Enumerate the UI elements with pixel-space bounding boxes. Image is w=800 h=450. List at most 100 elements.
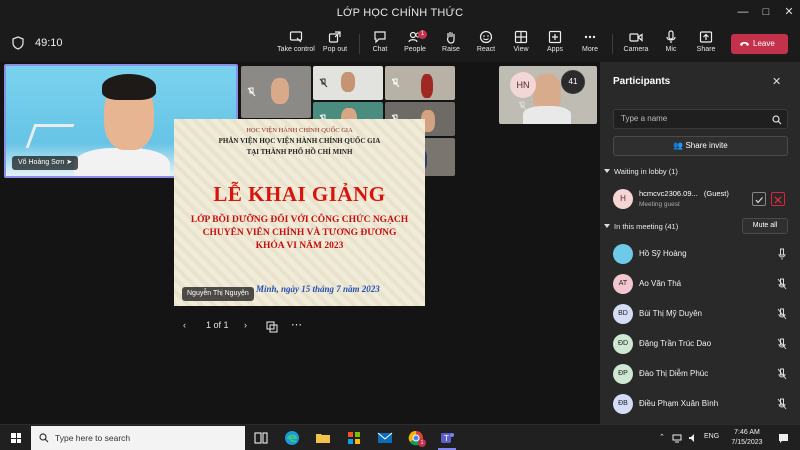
mail-icon[interactable] — [376, 429, 394, 447]
slide-course-line-3: KHÓA VI NĂM 2023 — [255, 241, 344, 251]
leave-button[interactable]: Leave — [731, 34, 788, 54]
mic-icon[interactable] — [777, 248, 787, 260]
shield-icon — [12, 36, 24, 50]
apps-icon — [548, 30, 562, 44]
mic-button[interactable]: Mic — [651, 29, 691, 61]
apps-label: Apps — [547, 46, 563, 53]
participant-avatar[interactable]: HN — [510, 72, 536, 98]
close-window-icon[interactable]: ✕ — [780, 4, 798, 20]
chevron-down-icon — [604, 169, 610, 173]
speaker-hair — [102, 74, 156, 100]
file-explorer-icon[interactable] — [314, 429, 332, 447]
slide-sync-icon[interactable] — [266, 321, 278, 333]
volume-icon[interactable] — [688, 433, 698, 443]
participant-row[interactable]: ĐB Điều Phạm Xuân Bình — [613, 393, 791, 415]
mic-off-icon[interactable] — [777, 368, 787, 380]
minimize-icon[interactable]: — — [734, 4, 752, 20]
participant-name: Ao Văn Thá — [639, 279, 682, 288]
share-invite-button[interactable]: 👥 Share invite — [613, 136, 788, 156]
panel-title: Participants — [613, 76, 671, 87]
in-meeting-section-header[interactable]: In this meeting (41) — [604, 222, 678, 231]
mic-label: Mic — [665, 46, 677, 53]
notifications-icon[interactable] — [778, 433, 789, 444]
windows-start-icon[interactable] — [11, 433, 21, 443]
close-panel-icon[interactable]: ✕ — [772, 75, 781, 88]
share-invite-icon: 👥 — [673, 141, 684, 150]
pop-out-label: Pop out — [322, 46, 348, 53]
more-label: More — [582, 46, 598, 53]
show-hidden-icons[interactable]: ⌃ — [659, 433, 665, 441]
mic-off-icon[interactable] — [777, 338, 787, 350]
mute-all-button[interactable]: Mute all — [742, 218, 788, 234]
participant-row[interactable]: ĐP Đào Thị Diễm Phúc — [613, 363, 791, 385]
participant-row[interactable]: BD Bùi Thị Mỹ Duyên — [613, 303, 791, 325]
slide-heading: LỄ KHAI GIẢNG — [213, 182, 386, 206]
toolbar-divider — [612, 34, 613, 54]
slide-org-line: HỌC VIỆN HÀNH CHÍNH QUỐC GIA — [246, 127, 353, 134]
react-label: React — [476, 46, 496, 53]
mic-off-icon — [391, 78, 400, 88]
deny-button[interactable] — [771, 192, 785, 206]
react-button[interactable]: React — [466, 29, 506, 61]
participant-row[interactable]: Hồ Sỹ Hoàng — [613, 243, 791, 265]
mic-off-icon[interactable] — [777, 398, 787, 410]
next-slide-button[interactable]: › — [244, 320, 247, 334]
share-label: Share — [696, 46, 716, 53]
share-button[interactable]: Share — [686, 29, 726, 61]
participant-row[interactable]: ĐD Đặng Trần Trúc Dao — [613, 333, 791, 355]
mic-off-icon[interactable] — [777, 278, 787, 290]
lobby-section-header[interactable]: Waiting in lobby (1) — [604, 167, 678, 176]
participant-avatar: ĐB — [613, 394, 633, 414]
participant-video-tile[interactable] — [241, 66, 311, 118]
take-control-button[interactable]: Take control — [276, 29, 316, 61]
input-language[interactable]: ENG — [704, 433, 719, 440]
camera-icon — [629, 33, 643, 42]
view-icon — [514, 30, 528, 44]
camera-button[interactable]: Camera — [616, 29, 656, 61]
hang-up-icon — [740, 42, 749, 46]
pop-out-button[interactable]: Pop out — [315, 29, 355, 61]
taskbar-search-box[interactable]: Type here to search — [31, 426, 245, 450]
more-icon — [584, 35, 596, 39]
mic-off-icon — [518, 101, 527, 111]
chat-icon — [374, 31, 386, 44]
store-icon[interactable] — [345, 429, 363, 447]
overflow-participant-count[interactable]: 41 — [561, 70, 585, 94]
taskbar-clock[interactable]: 7:46 AM 7/15/2023 — [727, 428, 767, 448]
meeting-timer: 49:10 — [35, 37, 63, 49]
camera-label: Camera — [623, 46, 649, 53]
admit-button[interactable] — [752, 192, 766, 206]
previous-slide-button[interactable]: ‹ — [183, 320, 186, 334]
lobby-guest-name: hcmcvc2306.09... (Guest) — [639, 189, 729, 198]
participant-row[interactable]: AT Ao Văn Thá — [613, 273, 791, 295]
teams-icon[interactable]: T — [438, 429, 456, 447]
search-icon — [772, 115, 782, 125]
network-icon[interactable] — [672, 433, 682, 443]
participant-avatar: BD — [613, 304, 633, 324]
raise-hand-button[interactable]: Raise — [431, 29, 471, 61]
mic-off-icon[interactable] — [777, 308, 787, 320]
slide-more-options-icon[interactable]: ⋯ — [291, 318, 302, 332]
take-control-icon — [289, 31, 303, 43]
leave-label: Leave — [753, 39, 775, 48]
participant-body — [421, 74, 433, 98]
participant-video-tile[interactable] — [313, 66, 383, 100]
taskbar-search-placeholder: Type here to search — [55, 433, 131, 443]
apps-button[interactable]: Apps — [535, 29, 575, 61]
people-button[interactable]: 1 People — [395, 29, 435, 64]
pop-out-icon — [328, 31, 341, 43]
chat-button[interactable]: Chat — [360, 29, 400, 61]
edge-browser-icon[interactable] — [283, 429, 301, 447]
participant-name: Điều Phạm Xuân Bình — [639, 399, 719, 408]
slide-page-indicator: 1 of 1 — [206, 320, 229, 330]
participant-avatar: ĐD — [613, 334, 633, 354]
people-label: People — [404, 46, 426, 53]
participant-name: Đặng Trần Trúc Dao — [639, 339, 712, 348]
task-view-icon[interactable] — [252, 429, 270, 447]
participant-video-tile[interactable] — [385, 66, 455, 100]
search-icon — [39, 433, 49, 443]
maximize-icon[interactable]: □ — [757, 4, 775, 20]
svg-text:T: T — [444, 434, 449, 443]
participant-search-input[interactable]: Type a name — [613, 109, 788, 129]
more-button[interactable]: More — [570, 29, 610, 61]
